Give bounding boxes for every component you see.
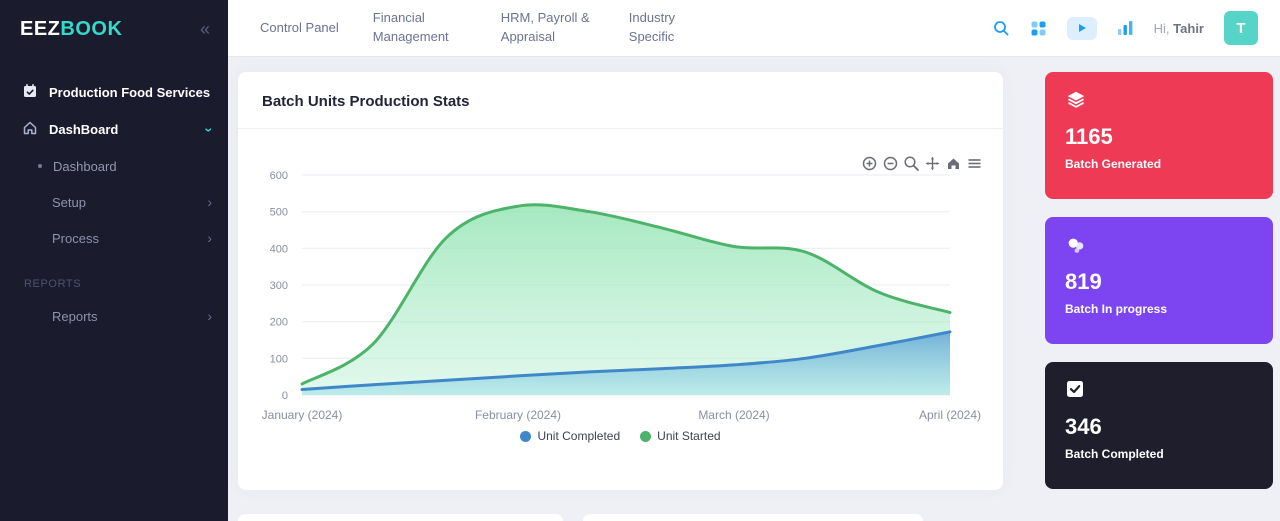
app-root: EEZBOOK « Production Food Services DashB…	[0, 0, 1280, 521]
search-icon[interactable]	[992, 19, 1010, 37]
chevron-down-icon: ›	[202, 127, 218, 132]
area-chart[interactable]: 0 100 200 300 400 500 600 January (2024) Februar…	[238, 133, 986, 431]
greeting-prefix: Hi,	[1154, 21, 1170, 36]
chart-legend: Unit Completed Unit Started	[238, 429, 1003, 443]
sidebar-item-dashboard-child[interactable]: Dashboard	[0, 148, 228, 184]
svg-text:500: 500	[270, 207, 288, 219]
topnav-item-industry-specific[interactable]: Industry Specific	[629, 9, 723, 47]
sidebar: EEZBOOK « Production Food Services DashB…	[0, 0, 228, 521]
sidebar-item-label: Setup	[52, 195, 196, 210]
chart-title: Batch Units Production Stats	[262, 93, 979, 110]
topbar-right: Hi, Tahir T	[992, 11, 1258, 45]
sidebar-item-reports[interactable]: Reports ›	[0, 298, 228, 334]
main-area: Control Panel Financial Management HRM, …	[228, 0, 1280, 521]
stat-card-batch-generated[interactable]: 1165 Batch Generated	[1045, 72, 1273, 199]
chevron-right-icon: ›	[207, 308, 212, 324]
legend-item-unit-started[interactable]: Unit Started	[640, 429, 720, 443]
sidebar-item-label: Reports	[52, 309, 196, 324]
avatar[interactable]: T	[1224, 11, 1258, 45]
stat-value: 346	[1065, 414, 1253, 440]
svg-text:200: 200	[270, 317, 288, 329]
sidebar-item-label: Production Food Services	[49, 85, 212, 100]
legend-dot-green	[640, 431, 651, 442]
bar-chart-icon[interactable]	[1117, 20, 1134, 36]
play-icon	[1077, 23, 1087, 33]
svg-text:600: 600	[270, 170, 288, 182]
stat-label: Batch In progress	[1065, 302, 1253, 316]
svg-text:January (2024): January (2024)	[262, 408, 343, 422]
layers-icon	[1065, 89, 1253, 111]
sidebar-collapse-icon[interactable]: «	[200, 19, 210, 40]
svg-text:0: 0	[282, 390, 288, 402]
sidebar-section-reports: REPORTS	[0, 256, 228, 298]
chevron-right-icon: ›	[207, 194, 212, 210]
svg-text:February (2024): February (2024)	[475, 408, 561, 422]
calendar-check-icon	[22, 83, 38, 102]
svg-text:100: 100	[270, 353, 288, 365]
svg-text:April (2024): April (2024)	[919, 408, 981, 422]
sidebar-item-production-food-services[interactable]: Production Food Services	[0, 74, 228, 111]
stat-card-batch-completed[interactable]: 346 Batch Completed	[1045, 362, 1273, 489]
topnav: Control Panel Financial Management HRM, …	[260, 9, 723, 47]
sidebar-item-process[interactable]: Process ›	[0, 220, 228, 256]
legend-dot-blue	[520, 431, 531, 442]
chart-card-header: Batch Units Production Stats	[238, 72, 1003, 129]
svg-text:300: 300	[270, 280, 288, 292]
chart-body: 0 100 200 300 400 500 600 January (2024) Februar…	[238, 129, 1003, 443]
bottom-card-right	[583, 514, 923, 521]
checkbox-icon	[1065, 379, 1253, 401]
user-greeting: Hi, Tahir	[1154, 21, 1204, 36]
chart-card: Batch Units Production Stats	[238, 72, 1003, 490]
stat-label: Batch Completed	[1065, 447, 1253, 461]
stat-card-batch-in-progress[interactable]: 819 Batch In progress	[1045, 217, 1273, 344]
sidebar-item-setup[interactable]: Setup ›	[0, 184, 228, 220]
topbar: Control Panel Financial Management HRM, …	[228, 0, 1280, 56]
zoom-box-icon[interactable]	[903, 155, 920, 172]
stat-label: Batch Generated	[1065, 157, 1253, 171]
app-logo[interactable]: EEZBOOK	[20, 18, 122, 41]
svg-text:400: 400	[270, 243, 288, 255]
home-icon	[22, 120, 38, 139]
bullet-icon	[38, 164, 42, 168]
zoom-out-icon[interactable]	[882, 155, 899, 172]
sidebar-item-label: Dashboard	[53, 159, 212, 174]
sidebar-item-label: DashBoard	[49, 122, 196, 137]
video-play-button[interactable]	[1067, 17, 1097, 40]
topnav-item-hrm-payroll-appraisal[interactable]: HRM, Payroll & Appraisal	[501, 9, 595, 47]
svg-text:March (2024): March (2024)	[698, 408, 769, 422]
chevron-right-icon: ›	[207, 230, 212, 246]
legend-label: Unit Completed	[537, 429, 620, 443]
zoom-in-icon[interactable]	[861, 155, 878, 172]
bottom-card-left	[238, 514, 563, 521]
sidebar-item-dashboard-parent[interactable]: DashBoard ›	[0, 111, 228, 148]
sidebar-item-label: Process	[52, 231, 196, 246]
stat-value: 1165	[1065, 124, 1253, 150]
bubbles-icon	[1065, 234, 1253, 256]
sidebar-logo-row: EEZBOOK «	[0, 0, 228, 58]
menu-icon[interactable]	[966, 155, 983, 172]
topnav-item-control-panel[interactable]: Control Panel	[260, 19, 339, 38]
pan-icon[interactable]	[924, 155, 941, 172]
chart-modebar	[861, 155, 983, 172]
topnav-item-financial-management[interactable]: Financial Management	[373, 9, 467, 47]
content-area: Batch Units Production Stats	[228, 56, 1280, 521]
stat-value: 819	[1065, 269, 1253, 295]
user-name: Tahir	[1173, 21, 1204, 36]
legend-label: Unit Started	[657, 429, 720, 443]
sidebar-nav: Production Food Services DashBoard › Das…	[0, 58, 228, 334]
legend-item-unit-completed[interactable]: Unit Completed	[520, 429, 620, 443]
home-reset-icon[interactable]	[945, 155, 962, 172]
logo-text-primary: EEZ	[20, 18, 60, 40]
apps-grid-icon[interactable]	[1030, 20, 1047, 37]
logo-text-accent: BOOK	[60, 18, 122, 40]
stats-column: 1165 Batch Generated 819 Batch In progre…	[1045, 72, 1273, 489]
